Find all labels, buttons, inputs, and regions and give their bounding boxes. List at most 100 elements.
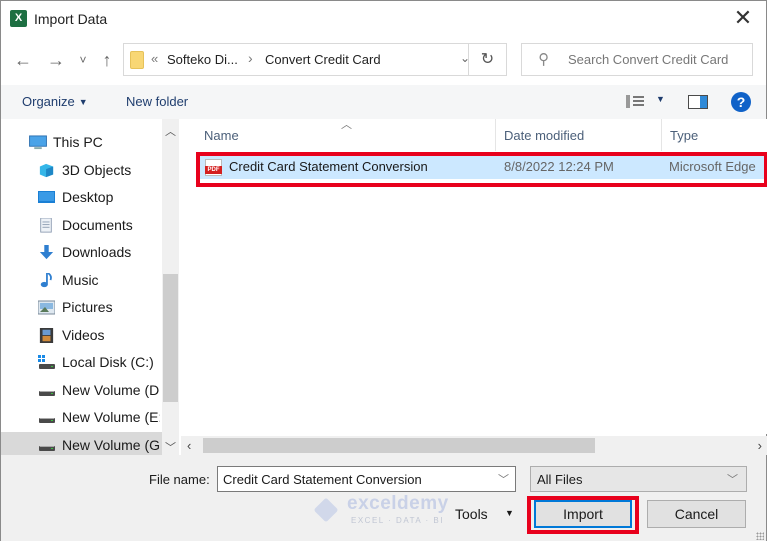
- documents-icon: [40, 218, 52, 233]
- scrollbar-thumb[interactable]: [163, 274, 178, 402]
- filelist-horizontal-scrollbar[interactable]: ‹ ›: [181, 436, 767, 455]
- forward-button[interactable]: →: [44, 47, 68, 73]
- pictures-icon: [38, 300, 55, 315]
- nav-label: New Volume (D:): [62, 382, 160, 398]
- import-data-dialog: X Import Data ✕ ← → ˅ ↑ « Softeko Di... …: [0, 0, 767, 541]
- nav-item-local-disk-c[interactable]: Local Disk (C:): [1, 349, 162, 376]
- pdf-icon: [205, 159, 222, 176]
- scroll-left-icon[interactable]: ‹: [187, 438, 191, 453]
- window-title: Import Data: [34, 11, 108, 27]
- column-header-date-modified[interactable]: Date modified: [496, 119, 662, 151]
- organize-label: Organize: [22, 94, 75, 109]
- breadcrumb-softeko[interactable]: Softeko Di...: [167, 52, 238, 67]
- nav-label: New Volume (G:): [62, 437, 160, 453]
- chevron-down-icon: ﹀: [727, 474, 738, 486]
- tools-button[interactable]: Tools: [455, 506, 488, 522]
- address-bar[interactable]: « Softeko Di... › Convert Credit Card ⌄: [123, 43, 507, 76]
- file-date-modified: 8/8/2022 12:24 PM: [504, 159, 614, 174]
- nav-label: Documents: [62, 217, 133, 233]
- nav-item-videos[interactable]: Videos: [1, 322, 162, 349]
- command-toolbar: Organize ▼ New folder ▼ ?: [1, 85, 766, 119]
- nav-item-this-pc[interactable]: This PC: [1, 129, 162, 156]
- up-button[interactable]: ↑: [95, 47, 119, 73]
- file-list: ︿ Name Date modified Type Credit Card St…: [181, 119, 767, 434]
- chevron-down-icon[interactable]: ﹀: [498, 471, 509, 487]
- nav-label: 3D Objects: [62, 162, 132, 178]
- view-dropdown-icon[interactable]: ▼: [656, 94, 665, 104]
- preview-pane-icon[interactable]: [688, 95, 708, 109]
- organize-button[interactable]: Organize ▼: [22, 94, 88, 109]
- breadcrumb-convert-credit-card[interactable]: Convert Credit Card: [265, 52, 381, 67]
- scroll-right-icon[interactable]: ›: [758, 438, 762, 453]
- watermark-brand: exceldemy: [347, 493, 449, 514]
- recent-locations-button[interactable]: ˅: [75, 47, 91, 73]
- column-header-name[interactable]: ︿ Name: [181, 119, 496, 151]
- overflow-chevron[interactable]: «: [151, 51, 158, 66]
- nav-item-music[interactable]: Music: [1, 267, 162, 294]
- file-type-value: All Files: [537, 472, 583, 487]
- file-type-select[interactable]: All Files ﹀: [530, 466, 747, 492]
- column-header-label: Date modified: [504, 128, 585, 143]
- search-placeholder: Search Convert Credit Card: [568, 52, 729, 67]
- title-bar: X Import Data ✕: [1, 1, 766, 37]
- drive-icon: [39, 418, 55, 423]
- file-name: Credit Card Statement Conversion: [229, 159, 428, 174]
- downloads-icon: [39, 245, 54, 260]
- scrollbar-thumb[interactable]: [203, 438, 595, 453]
- close-button[interactable]: ✕: [720, 1, 766, 37]
- file-row[interactable]: Credit Card Statement Conversion 8/8/202…: [199, 155, 767, 179]
- nav-label: Videos: [62, 327, 105, 343]
- videos-icon: [39, 328, 54, 343]
- nav-label: New Volume (E:): [62, 409, 160, 425]
- file-type: Microsoft Edge: [669, 159, 756, 174]
- caret-down-icon: ▼: [78, 97, 88, 107]
- refresh-icon: ↻: [480, 51, 495, 68]
- file-name-combobox[interactable]: ﹀: [217, 466, 516, 492]
- nav-label: Local Disk (C:): [62, 354, 154, 370]
- refresh-button[interactable]: ↻: [468, 43, 507, 76]
- file-name-label: File name:: [149, 472, 210, 487]
- computer-icon: [29, 135, 47, 150]
- help-icon[interactable]: ?: [731, 92, 751, 112]
- nav-label: This PC: [53, 134, 103, 150]
- nav-label: Music: [62, 272, 99, 288]
- nav-item-documents[interactable]: Documents: [1, 212, 162, 239]
- nav-item-3d-objects[interactable]: 3D Objects: [1, 157, 162, 184]
- scroll-up-icon[interactable]: ︿: [162, 123, 179, 139]
- bottom-panel: File name: ﹀ All Files ﹀ exceldemy EXCEL…: [1, 455, 766, 541]
- nav-item-desktop[interactable]: Desktop: [1, 184, 162, 211]
- local-disk-icon: [38, 355, 55, 369]
- back-button[interactable]: ←: [11, 47, 35, 73]
- nav-item-pictures[interactable]: Pictures: [1, 294, 162, 321]
- navpane-scrollbar[interactable]: ︿ ﹀: [162, 119, 179, 459]
- nav-item-new-volume-e[interactable]: New Volume (E:): [1, 404, 162, 431]
- breadcrumb-separator[interactable]: ›: [248, 50, 253, 66]
- music-icon: [40, 273, 52, 288]
- excel-icon: X: [10, 10, 32, 27]
- column-header-label: Name: [204, 128, 239, 143]
- navigation-pane: This PC 3D Objects Desktop Documents Dow…: [1, 119, 179, 459]
- tools-dropdown-icon[interactable]: ▼: [505, 508, 514, 518]
- search-icon: ⚲: [538, 51, 549, 68]
- drive-icon: [39, 446, 55, 451]
- nav-label: Pictures: [62, 299, 113, 315]
- file-name-input[interactable]: [218, 467, 488, 491]
- nav-label: Downloads: [62, 244, 132, 260]
- search-box[interactable]: ⚲ Search Convert Credit Card: [521, 43, 753, 76]
- exceldemy-watermark: exceldemy EXCEL · DATA · BI: [311, 493, 459, 528]
- cancel-button[interactable]: Cancel: [647, 500, 746, 528]
- resize-grip[interactable]: [756, 532, 764, 540]
- column-header-type[interactable]: Type: [662, 119, 767, 151]
- folder-icon: [130, 51, 144, 69]
- nav-label: Desktop: [62, 189, 114, 205]
- import-button[interactable]: Import: [534, 500, 632, 528]
- drive-icon: [39, 391, 55, 396]
- view-options-icon[interactable]: [626, 95, 644, 108]
- nav-item-downloads[interactable]: Downloads: [1, 239, 162, 266]
- nav-item-new-volume-d[interactable]: New Volume (D:): [1, 377, 162, 404]
- desktop-icon: [38, 191, 55, 203]
- watermark-tagline: EXCEL · DATA · BI: [351, 516, 444, 525]
- sort-ascending-icon: ︿: [341, 119, 352, 131]
- new-folder-button[interactable]: New folder: [126, 94, 188, 109]
- scroll-down-icon[interactable]: ﹀: [162, 439, 179, 455]
